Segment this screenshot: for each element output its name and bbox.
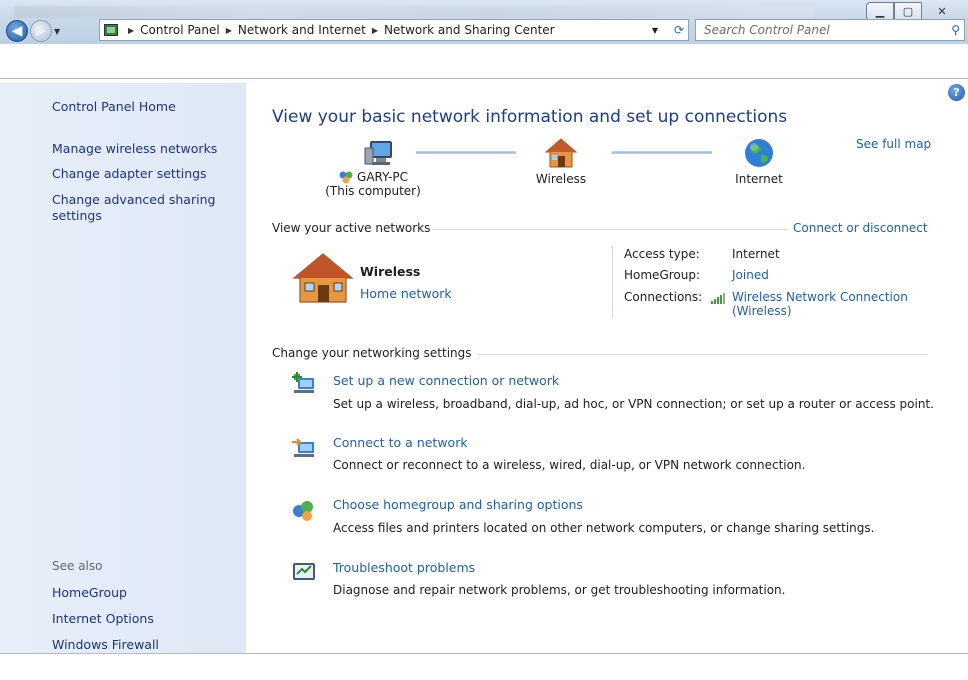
- connections-label: Connections:: [624, 290, 703, 304]
- recent-pages-dropdown[interactable]: ▼: [54, 27, 60, 36]
- page-title: View your basic network information and …: [272, 107, 788, 127]
- home-network-icon: [292, 253, 354, 303]
- network-type-link[interactable]: Home network: [360, 286, 452, 301]
- help-icon[interactable]: ?: [948, 84, 965, 101]
- map-node-internet[interactable]: Internet: [724, 137, 794, 186]
- divider: [478, 354, 928, 355]
- computer-label: GARY-PC (This computer): [318, 170, 428, 198]
- sidebar-item-homegroup[interactable]: HomeGroup: [52, 585, 127, 600]
- map-connection-line: [416, 151, 516, 154]
- see-also-label: See also: [52, 559, 103, 573]
- sidebar-item-internet-options[interactable]: Internet Options: [52, 611, 154, 626]
- sidebar-item-manage-wireless[interactable]: Manage wireless networks: [52, 141, 217, 156]
- control-panel-icon: [104, 24, 118, 36]
- connect-network-link[interactable]: Connect to a network: [333, 435, 468, 450]
- sidebar-item-advanced-sharing[interactable]: Change advanced sharing settings: [52, 192, 222, 224]
- address-dropdown-icon[interactable]: ▼: [652, 26, 658, 35]
- homegroup-sharing-link[interactable]: Choose homegroup and sharing options: [333, 497, 583, 512]
- refresh-icon[interactable]: ⟳: [674, 23, 684, 37]
- forward-button[interactable]: ▶: [30, 20, 52, 42]
- back-button[interactable]: ◀: [6, 20, 28, 42]
- breadcrumb-network-internet[interactable]: Network and Internet: [238, 23, 366, 37]
- homegroup-label: HomeGroup:: [624, 268, 701, 282]
- computer-name: GARY-PC: [357, 170, 408, 184]
- sidebar-item-windows-firewall[interactable]: Windows Firewall: [52, 637, 159, 652]
- chevron-right-icon[interactable]: ▶: [128, 26, 134, 35]
- search-icon[interactable]: ⚲: [951, 23, 960, 37]
- sidebar-item-adapter-settings[interactable]: Change adapter settings: [52, 166, 207, 181]
- connection-type: (Wireless): [732, 304, 792, 318]
- sidebar-item-control-panel-home[interactable]: Control Panel Home: [52, 99, 176, 114]
- divider: [0, 78, 968, 79]
- homegroup-link[interactable]: Joined: [732, 268, 769, 282]
- search-input[interactable]: Search Control Panel ⚲: [695, 19, 965, 41]
- connect-disconnect-link[interactable]: Connect or disconnect: [793, 221, 928, 235]
- setup-connection-link[interactable]: Set up a new connection or network: [333, 373, 559, 388]
- connect-network-icon: [292, 438, 314, 457]
- troubleshoot-link[interactable]: Troubleshoot problems: [333, 560, 475, 575]
- globe-icon: [745, 139, 773, 167]
- map-node-network[interactable]: Wireless: [528, 137, 594, 186]
- address-bar[interactable]: ▶ Control Panel ▶ Network and Internet ▶…: [99, 19, 689, 41]
- new-connection-icon: [292, 372, 314, 393]
- breadcrumb-control-panel[interactable]: Control Panel: [140, 23, 220, 37]
- access-type-value: Internet: [732, 247, 780, 261]
- internet-map-label: Internet: [735, 172, 783, 186]
- divider: [432, 229, 788, 230]
- see-full-map-link[interactable]: See full map: [856, 137, 931, 151]
- map-node-computer[interactable]: [335, 138, 425, 173]
- status-bar: [0, 653, 968, 680]
- computer-subtitle: (This computer): [325, 184, 421, 198]
- breadcrumb-network-sharing-center[interactable]: Network and Sharing Center: [384, 23, 555, 37]
- map-connection-line: [612, 151, 712, 154]
- window-title: [14, 6, 814, 18]
- divider: [612, 246, 613, 318]
- homegroup-sharing-description: Access files and printers located on oth…: [333, 521, 875, 535]
- homegroup-sharing-icon: [293, 501, 313, 521]
- setup-connection-description: Set up a wireless, broadband, dial-up, a…: [333, 397, 934, 411]
- connection-name: Wireless Network Connection: [732, 290, 908, 304]
- chevron-right-icon[interactable]: ▶: [226, 26, 232, 35]
- house-icon: [544, 138, 578, 168]
- chevron-right-icon[interactable]: ▶: [372, 26, 378, 35]
- wireless-connection-link[interactable]: Wireless Network Connection (Wireless): [732, 290, 908, 318]
- homegroup-icon: [339, 171, 353, 184]
- computer-icon: [364, 141, 392, 165]
- active-network-name: Wireless: [360, 264, 421, 279]
- search-placeholder: Search Control Panel: [704, 23, 830, 37]
- active-networks-header: View your active networks: [272, 221, 431, 235]
- access-type-label: Access type:: [624, 247, 700, 261]
- change-settings-header: Change your networking settings: [272, 346, 472, 360]
- signal-strength-icon: [711, 293, 725, 304]
- connect-network-description: Connect or reconnect to a wireless, wire…: [333, 458, 806, 472]
- troubleshoot-icon: [293, 563, 315, 580]
- troubleshoot-description: Diagnose and repair network problems, or…: [333, 583, 786, 597]
- network-map-label: Wireless: [535, 172, 587, 186]
